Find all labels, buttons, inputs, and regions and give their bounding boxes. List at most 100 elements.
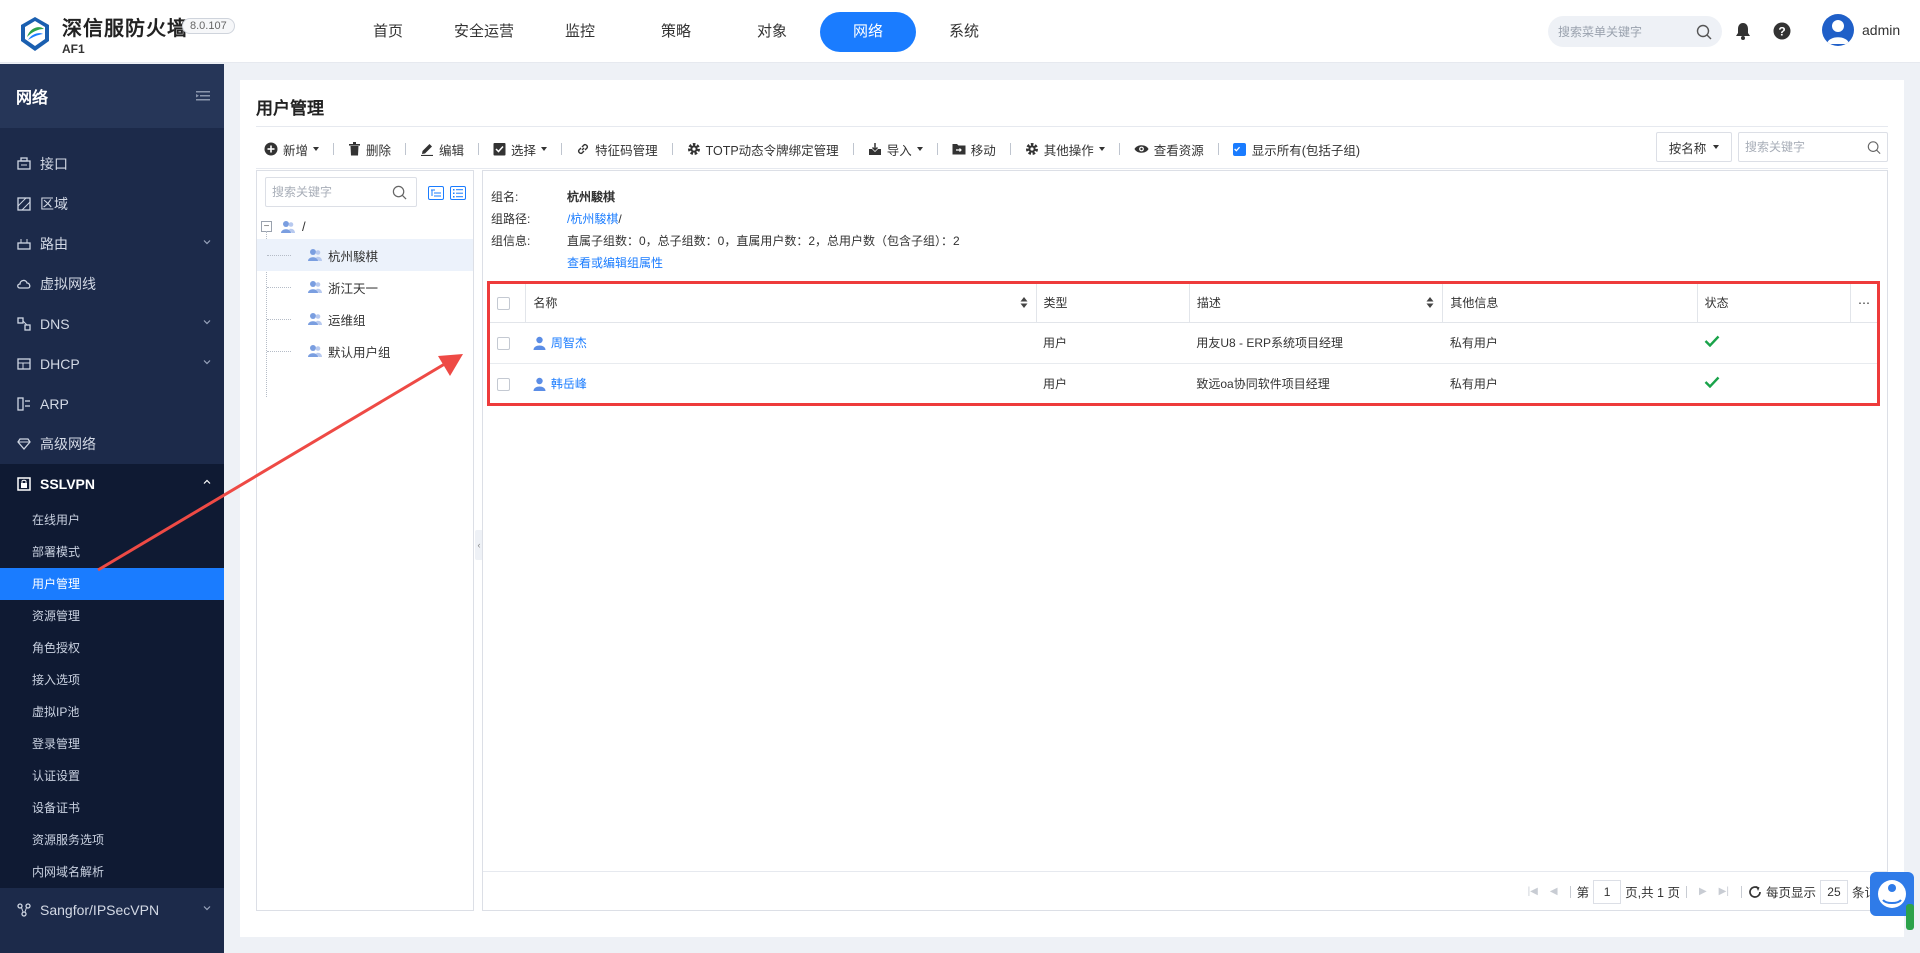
- submenu-access-options[interactable]: 接入选项: [0, 664, 224, 696]
- feature-code-button[interactable]: 特征码管理: [568, 135, 666, 163]
- submenu-resource-management[interactable]: 资源管理: [0, 600, 224, 632]
- view-resources-button[interactable]: 查看资源: [1126, 135, 1212, 163]
- row-checkbox[interactable]: [497, 336, 510, 350]
- sidebar-item-interface[interactable]: 接口: [0, 144, 224, 184]
- row-checkbox[interactable]: [497, 377, 510, 391]
- dns-icon: [16, 316, 32, 332]
- tree-node-group[interactable]: 浙江天一: [257, 271, 473, 303]
- keyword-search-input[interactable]: [1745, 140, 1855, 154]
- submenu-intranet-dns[interactable]: 内网域名解析: [0, 856, 224, 888]
- sidebar-item-arp[interactable]: ARP: [0, 384, 224, 424]
- sort-icon[interactable]: [1426, 297, 1434, 308]
- submenu-device-certificate[interactable]: 设备证书: [0, 792, 224, 824]
- user-menu[interactable]: admin: [1822, 14, 1900, 46]
- user-name-link[interactable]: 韩岳峰: [551, 375, 587, 392]
- help-icon[interactable]: ?: [1773, 22, 1791, 40]
- submenu-deploy-mode[interactable]: 部署模式: [0, 536, 224, 568]
- bell-icon[interactable]: [1735, 22, 1751, 40]
- nav-system[interactable]: 系统: [916, 12, 1012, 52]
- search-icon[interactable]: [1867, 140, 1881, 155]
- submenu-resource-service-options[interactable]: 资源服务选项: [0, 824, 224, 856]
- column-header-status[interactable]: 状态: [1697, 284, 1851, 323]
- sidebar-item-ipsecvpn[interactable]: Sangfor/IPSecVPN: [0, 890, 224, 930]
- sidebar-item-sslvpn[interactable]: SSLVPN: [0, 464, 224, 504]
- add-button[interactable]: 新增: [256, 135, 327, 163]
- select-all-checkbox[interactable]: [497, 296, 510, 310]
- column-header-type[interactable]: 类型: [1036, 284, 1190, 323]
- tree-root[interactable]: − /: [261, 219, 306, 234]
- keyword-search: [1738, 132, 1888, 162]
- collapse-menu-icon[interactable]: [196, 90, 210, 102]
- assistant-robot-icon: [1870, 872, 1914, 930]
- menu-search-input[interactable]: [1558, 24, 1688, 39]
- nav-monitor[interactable]: 监控: [532, 12, 628, 52]
- delete-button[interactable]: 删除: [340, 135, 399, 163]
- edit-button[interactable]: 编辑: [412, 135, 472, 163]
- edit-group-properties-link[interactable]: 查看或编辑组属性: [567, 254, 663, 271]
- submenu-online-users[interactable]: 在线用户: [0, 504, 224, 536]
- refresh-icon[interactable]: [1748, 885, 1762, 899]
- column-options-icon[interactable]: ⋯: [1850, 284, 1877, 323]
- other-ops-button[interactable]: 其他操作: [1017, 135, 1113, 163]
- nav-home[interactable]: 首页: [340, 12, 436, 52]
- sort-by-select[interactable]: 按名称: [1656, 132, 1732, 162]
- tree-node-group[interactable]: 杭州駿棋: [257, 239, 473, 271]
- logo[interactable]: 深信服防火墙 AF1: [18, 12, 188, 56]
- column-header-other-info[interactable]: 其他信息: [1442, 284, 1698, 323]
- last-page-icon[interactable]: ▶|: [1719, 886, 1729, 897]
- sidebar-item-dhcp[interactable]: DHCP: [0, 344, 224, 384]
- move-button[interactable]: 移动: [944, 135, 1004, 163]
- select-button[interactable]: 选择: [485, 135, 555, 163]
- user-name-link[interactable]: 周智杰: [551, 334, 587, 351]
- search-icon[interactable]: [392, 185, 407, 200]
- show-all-checkbox[interactable]: 显示所有(包括子组): [1225, 135, 1368, 163]
- tree-node-group[interactable]: 默认用户组: [257, 335, 473, 367]
- nav-security-ops[interactable]: 安全运营: [436, 12, 532, 52]
- plus-circle-icon: [264, 142, 278, 156]
- user-description: 用友U8 - ERP系统项目经理: [1189, 322, 1443, 364]
- user-table: 名称 类型 描述 其他信息 状态 ⋯ 周智杰 用户 用友U8 - ERP系统项目…: [490, 284, 1877, 404]
- app-product: AF1: [62, 42, 85, 56]
- tree-connector: [267, 351, 291, 352]
- column-header-name[interactable]: 名称: [525, 284, 1037, 323]
- nav-policy[interactable]: 策略: [628, 12, 724, 52]
- sidebar-item-zone[interactable]: 区域: [0, 184, 224, 224]
- sort-icon[interactable]: [1020, 297, 1028, 308]
- page-prefix: 第: [1576, 886, 1590, 900]
- sidebar-item-route[interactable]: 路由: [0, 224, 224, 264]
- submenu-role-authorization[interactable]: 角色授权: [0, 632, 224, 664]
- next-page-icon[interactable]: ▶: [1699, 886, 1707, 897]
- import-button[interactable]: 导入: [860, 135, 931, 163]
- group-path-link[interactable]: /杭州駿棋: [567, 212, 618, 226]
- user-other-info: 私有用户: [1449, 377, 1498, 392]
- separator: [333, 143, 335, 155]
- per-page-input[interactable]: 25: [1819, 879, 1848, 904]
- tree-search-input[interactable]: [272, 185, 382, 199]
- prev-page-icon[interactable]: ◀: [1550, 886, 1558, 897]
- search-icon[interactable]: [1696, 24, 1712, 40]
- page-number-input[interactable]: 1: [1593, 879, 1622, 904]
- sidebar-item-advanced-network[interactable]: 高级网络: [0, 424, 224, 464]
- nav-network[interactable]: 网络: [820, 12, 916, 52]
- submenu-auth-settings[interactable]: 认证设置: [0, 760, 224, 792]
- assistant-widget[interactable]: [1868, 868, 1916, 932]
- sidebar-item-label: 高级网络: [40, 436, 96, 452]
- totp-button[interactable]: TOTP动态令牌绑定管理: [679, 135, 847, 163]
- user-icon: [533, 336, 546, 350]
- table-row[interactable]: 周智杰 用户 用友U8 - ERP系统项目经理 私有用户: [490, 322, 1877, 364]
- expand-tree-icon[interactable]: [428, 186, 444, 200]
- tree-search: [265, 177, 417, 207]
- edit-label: 编辑: [439, 143, 465, 158]
- app-title: 深信服防火墙: [62, 18, 188, 40]
- first-page-icon[interactable]: |◀: [1528, 886, 1538, 897]
- table-row[interactable]: 韩岳峰 用户 致远oa协同软件项目经理 私有用户: [490, 363, 1877, 404]
- sidebar-item-virtual-wire[interactable]: 虚拟网线: [0, 264, 224, 304]
- list-view-icon[interactable]: [450, 186, 466, 200]
- nav-objects[interactable]: 对象: [724, 12, 820, 52]
- submenu-virtual-ip-pool[interactable]: 虚拟IP池: [0, 696, 224, 728]
- column-header-description[interactable]: 描述: [1189, 284, 1444, 323]
- submenu-login-management[interactable]: 登录管理: [0, 728, 224, 760]
- tree-node-group[interactable]: 运维组: [257, 303, 473, 335]
- submenu-user-management[interactable]: 用户管理: [0, 568, 224, 600]
- sidebar-item-dns[interactable]: DNS: [0, 304, 224, 344]
